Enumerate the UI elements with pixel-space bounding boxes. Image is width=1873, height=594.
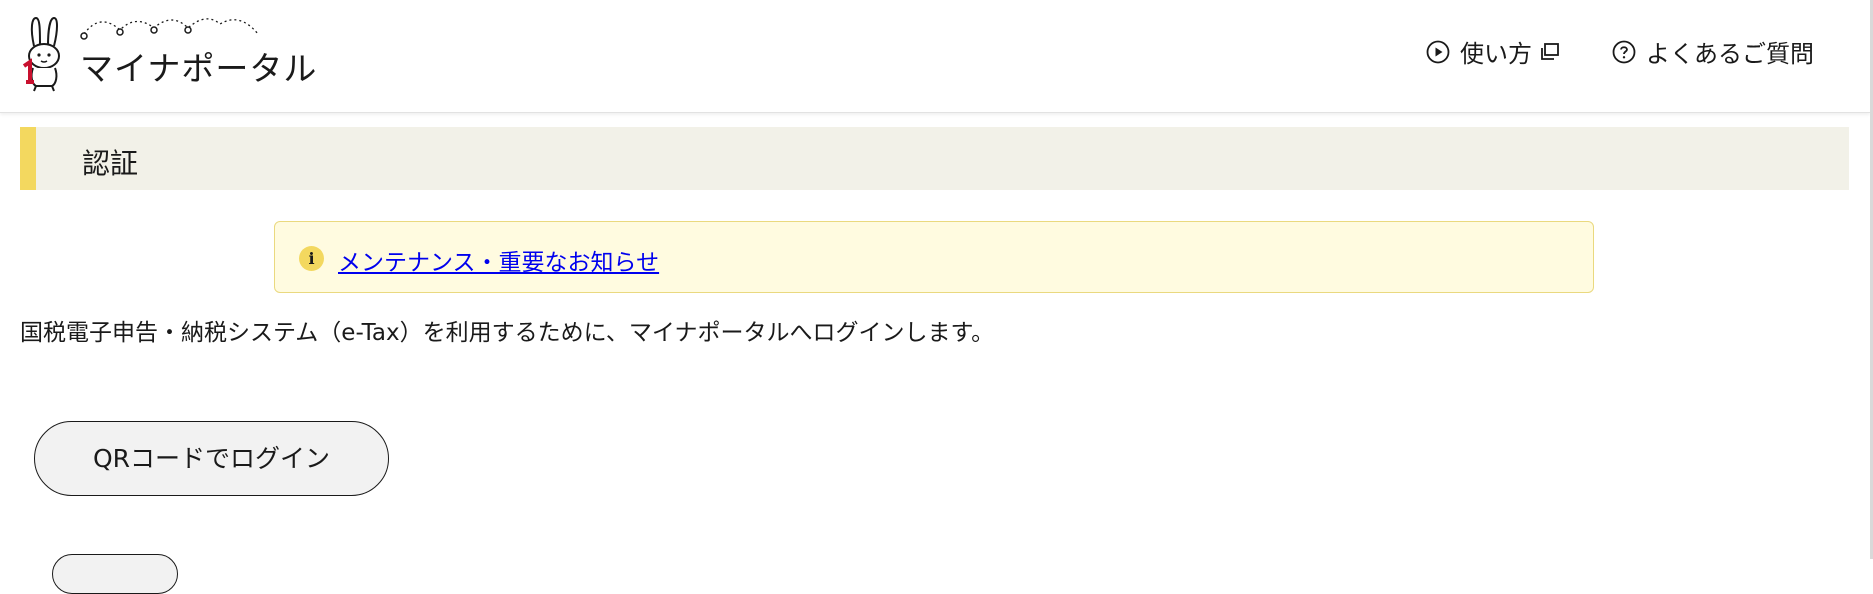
- info-icon: i: [299, 246, 324, 271]
- mynaportal-mascot-icon: [22, 16, 60, 92]
- nav-how-to-use-label: 使い方: [1460, 40, 1532, 68]
- section-header: 認証: [20, 127, 1849, 190]
- site-header: マイナポータル 使い方 よくあるご質問: [0, 0, 1870, 113]
- next-button-partial[interactable]: [52, 554, 178, 594]
- logo-dots-decoration: [80, 18, 259, 40]
- nav-how-to-use[interactable]: 使い方: [1426, 34, 1560, 69]
- logo-text: マイナポータル: [80, 49, 318, 88]
- play-circle-icon: [1426, 40, 1450, 64]
- nav-faq[interactable]: よくあるご質問: [1612, 34, 1814, 69]
- external-window-icon: [1540, 42, 1560, 62]
- login-description: 国税電子申告・納税システム（e-Tax）を利用するために、マイナポータルへログイ…: [20, 320, 995, 346]
- section-title: 認証: [82, 147, 139, 180]
- qr-login-button[interactable]: QRコードでログイン: [34, 421, 389, 496]
- maintenance-notice-link[interactable]: メンテナンス・重要なお知らせ: [338, 243, 659, 277]
- notice-box: i メンテナンス・重要なお知らせ: [274, 221, 1594, 293]
- question-circle-icon: [1612, 40, 1636, 64]
- mynaportal-logo[interactable]: マイナポータル: [20, 16, 316, 92]
- nav-faq-label: よくあるご質問: [1646, 40, 1814, 68]
